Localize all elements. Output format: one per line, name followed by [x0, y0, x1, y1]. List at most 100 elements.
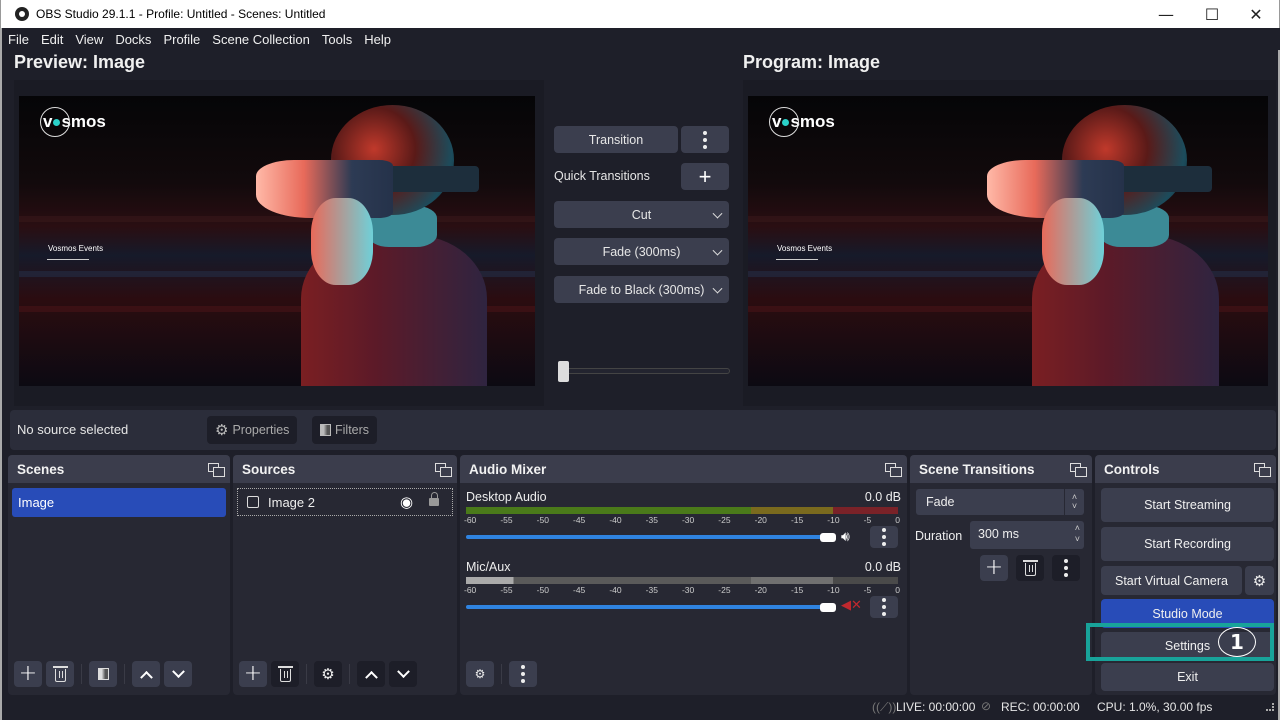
meter-tick-label: -20 [754, 585, 767, 595]
source-item[interactable]: Image 2 ◉ [237, 488, 453, 516]
channel-db: 0.0 dB [864, 560, 901, 574]
add-scene-button[interactable]: + [14, 661, 42, 687]
speaker-icon[interactable]: 🔊︎ [841, 529, 850, 545]
channel-db: 0.0 dB [864, 490, 901, 504]
advanced-audio-properties-button[interactable]: ⚙ [466, 661, 494, 687]
close-button[interactable]: ✕ [1233, 0, 1279, 28]
trash-icon [1022, 560, 1038, 576]
spin-arrows-icon: ˄ ˅ [1064, 489, 1084, 515]
meter-tick-label: -10 [827, 515, 840, 525]
scene-filters-button[interactable] [89, 661, 117, 687]
quick-transition-fade[interactable]: Fade (300ms) [554, 238, 729, 265]
transition-menu-button[interactable] [681, 126, 729, 153]
status-bar: ((⟋)) LIVE: 00:00:00 ⊘ REC: 00:00:00 CPU… [0, 695, 1280, 720]
vosmos-logo: v smos [40, 107, 106, 137]
quick-transitions-label: Quick Transitions [554, 169, 650, 183]
properties-button[interactable]: ⚙ Properties [207, 416, 298, 444]
filters-icon [320, 424, 331, 436]
add-source-button[interactable]: + [239, 661, 267, 687]
visibility-eye-icon[interactable]: ◉ [400, 493, 413, 511]
move-source-up-button[interactable] [357, 661, 385, 687]
divider [501, 664, 502, 684]
caption-underline [776, 259, 818, 260]
menu-view[interactable]: View [69, 32, 109, 47]
divider [349, 664, 350, 684]
chevron-down-icon [712, 283, 723, 294]
cpu-fps: CPU: 1.0%, 30.00 fps [1097, 700, 1213, 714]
tbar-handle[interactable] [558, 361, 569, 382]
scene-transitions-dock: Scene Transitions Fade ˄ ˅ Duration 300 m… [910, 455, 1092, 695]
obs-logo-icon [15, 7, 29, 21]
recording-off-icon: ⊘ [981, 699, 992, 713]
menu-tools[interactable]: Tools [316, 32, 358, 47]
transition-select[interactable]: Fade ˄ ˅ [916, 489, 1084, 515]
chevron-down-icon [396, 664, 410, 678]
virtual-camera-settings-button[interactable]: ⚙ [1245, 566, 1274, 595]
tbar-track[interactable] [558, 368, 730, 374]
event-caption: Vosmos Events [48, 244, 104, 253]
chevron-up-icon [364, 670, 378, 684]
meter-tick-label: -30 [681, 515, 695, 525]
duration-label: Duration [915, 529, 963, 543]
duration-spinbox[interactable]: 300 ms ˄ ˅ [970, 521, 1084, 549]
resize-grip-icon[interactable] [1266, 703, 1274, 711]
audio-mixer-menu-button[interactable] [509, 661, 537, 687]
start-recording-button[interactable]: Start Recording [1101, 527, 1274, 561]
menu-scene-collection[interactable]: Scene Collection [206, 32, 316, 47]
meter-tick-label: -50 [536, 515, 549, 525]
menu-docks[interactable]: Docks [109, 32, 157, 47]
menu-edit[interactable]: Edit [35, 32, 69, 47]
maximize-button[interactable]: ☐ [1189, 0, 1235, 28]
remove-transition-button[interactable] [1016, 555, 1044, 581]
add-quick-transition-button[interactable]: + [681, 163, 729, 190]
mic-aux-menu-button[interactable] [870, 596, 898, 618]
muted-speaker-icon[interactable]: ◀✕ [841, 598, 862, 613]
sources-title: Sources [242, 461, 296, 477]
program-canvas: v smos Vosmos Events [748, 96, 1268, 386]
quick-transition-cut[interactable]: Cut [554, 201, 729, 228]
undock-icon[interactable] [885, 463, 902, 477]
transition-properties-button[interactable] [1052, 555, 1080, 581]
meter-tick-label: -45 [572, 585, 586, 595]
remove-source-button[interactable] [271, 661, 299, 687]
transition-select-value: Fade [926, 495, 955, 509]
spin-arrows-icon[interactable]: ˄ ˅ [1075, 523, 1080, 545]
start-virtual-camera-button[interactable]: Start Virtual Camera [1101, 566, 1242, 595]
filters-button[interactable]: Filters [312, 416, 378, 444]
divider [81, 664, 82, 684]
unlock-icon[interactable] [429, 498, 439, 506]
gear-icon: ⚙ [215, 422, 229, 439]
quick-transition-fade-to-black[interactable]: Fade to Black (300ms) [554, 276, 729, 303]
move-source-down-button[interactable] [389, 661, 417, 687]
desktop-audio-volume-slider[interactable] [466, 535, 828, 539]
menu-help[interactable]: Help [358, 32, 397, 47]
undock-icon[interactable] [435, 463, 452, 477]
menu-profile[interactable]: Profile [157, 32, 206, 47]
mic-aux-volume-slider[interactable] [466, 605, 828, 609]
undock-icon[interactable] [1070, 463, 1087, 477]
event-caption: Vosmos Events [777, 244, 833, 253]
trash-icon [52, 666, 68, 682]
move-scene-down-button[interactable] [164, 661, 192, 687]
minimize-button[interactable]: — [1143, 0, 1189, 28]
transition-button[interactable]: Transition [554, 126, 678, 153]
preview-canvas[interactable]: v smos Vosmos Events [19, 96, 535, 386]
volume-slider-handle[interactable] [820, 603, 836, 612]
source-properties-button[interactable]: ⚙ [314, 661, 342, 687]
undock-icon[interactable] [1254, 463, 1271, 477]
start-streaming-button[interactable]: Start Streaming [1101, 488, 1274, 522]
vosmos-logo: v smos [769, 107, 835, 137]
more-vertical-icon [1064, 559, 1068, 577]
volume-slider-handle[interactable] [820, 533, 836, 542]
menu-file[interactable]: File [2, 32, 35, 47]
duration-value: 300 ms [978, 527, 1019, 541]
desktop-audio-menu-button[interactable] [870, 526, 898, 548]
undock-icon[interactable] [208, 463, 225, 477]
exit-button[interactable]: Exit [1101, 663, 1274, 691]
move-scene-up-button[interactable] [132, 661, 160, 687]
scene-item[interactable]: Image [12, 488, 226, 517]
meter-tick-label: 0 [895, 515, 900, 525]
meter-tick-label: -25 [718, 515, 731, 525]
add-transition-button[interactable]: + [980, 555, 1008, 581]
remove-scene-button[interactable] [46, 661, 74, 687]
